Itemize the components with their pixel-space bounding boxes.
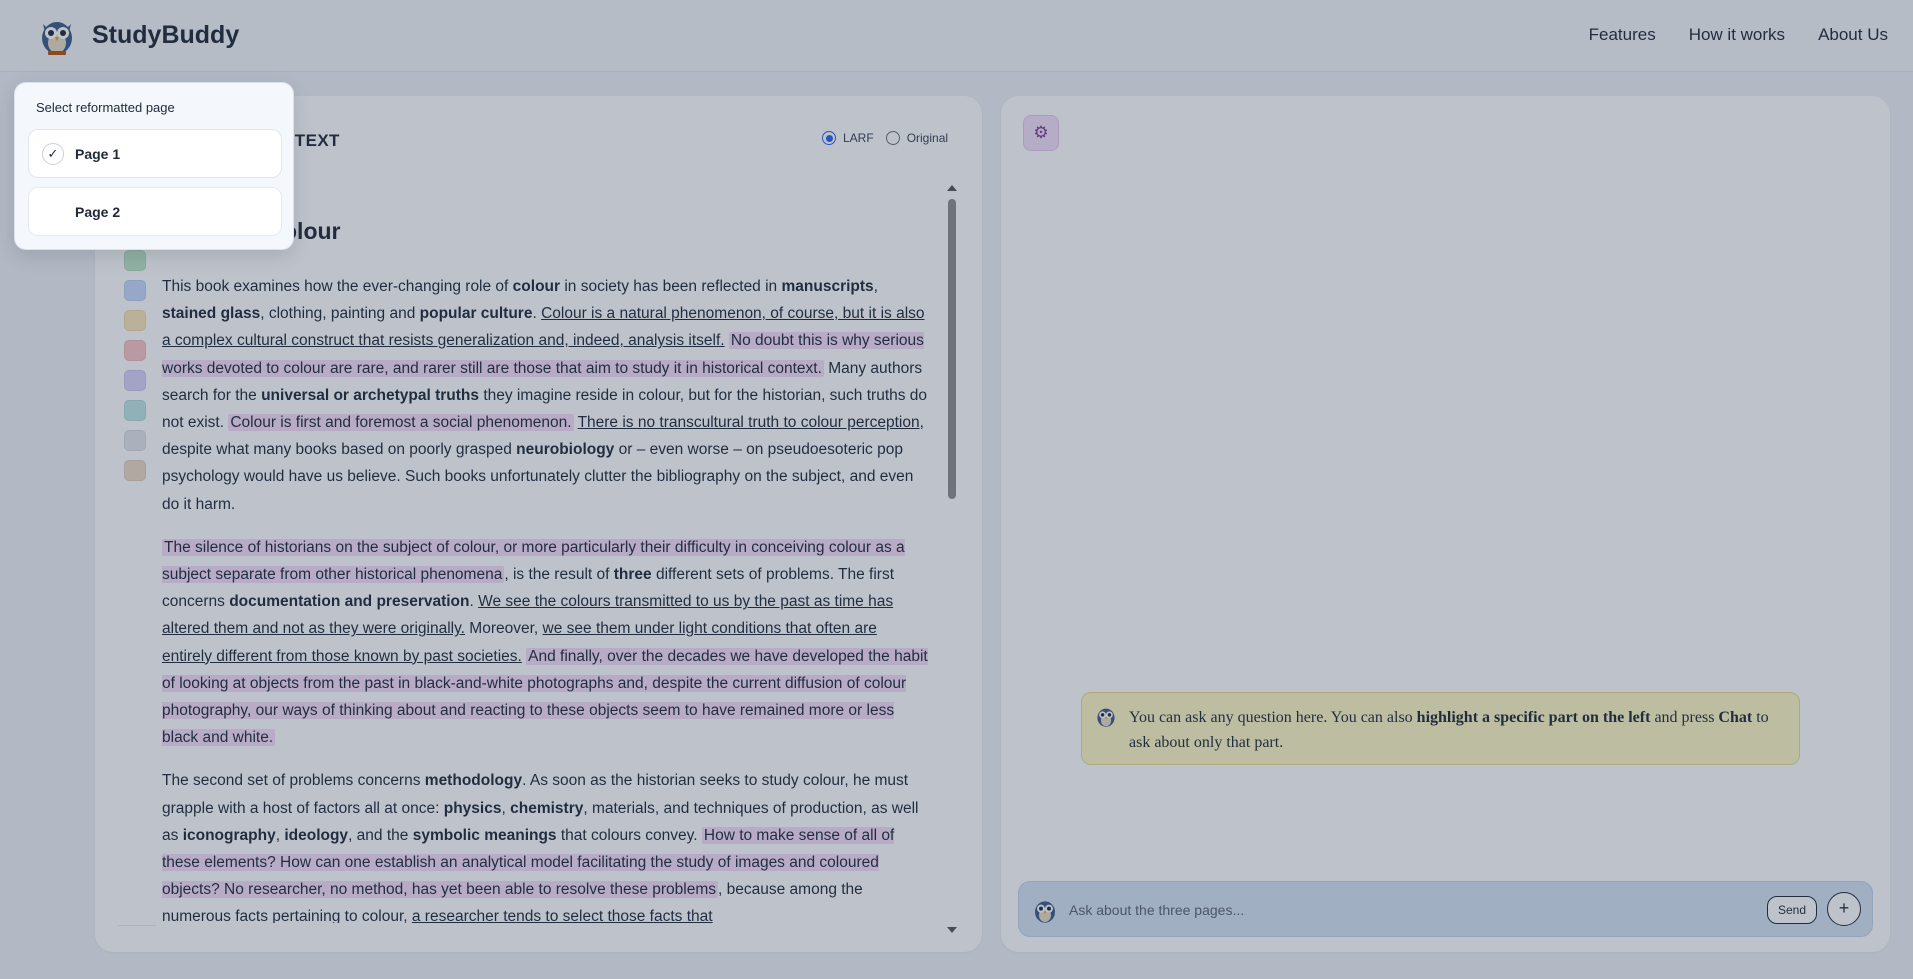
page-option-2[interactable]: Page 2 [28,187,282,236]
checkmark-icon: ✓ [42,143,64,165]
page-select-popup: Select reformatted page ✓ Page 1 Page 2 [14,82,294,250]
page-option-1[interactable]: ✓ Page 1 [28,129,282,178]
popup-title: Select reformatted page [36,100,175,115]
page-option-label: Page 2 [75,204,121,220]
page-option-label: Page 1 [75,146,121,162]
